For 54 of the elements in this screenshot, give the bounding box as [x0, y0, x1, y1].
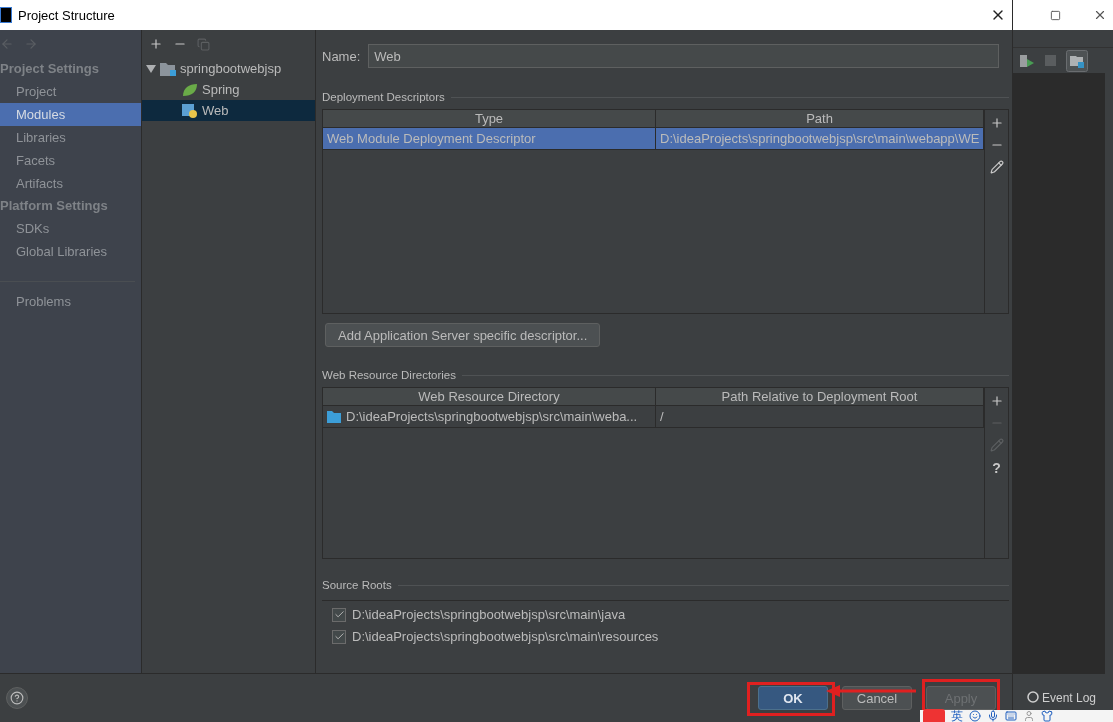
add-icon[interactable] — [989, 394, 1004, 408]
expand-arrow-icon[interactable] — [146, 63, 156, 74]
ok-button[interactable]: OK — [758, 686, 828, 710]
sidebar-item[interactable]: Artifacts — [0, 172, 141, 195]
section-heading: Project Settings — [0, 60, 100, 78]
app-logo-icon — [0, 7, 12, 23]
add-icon[interactable] — [989, 116, 1004, 130]
name-field[interactable]: Web — [368, 44, 999, 68]
sidebar-item[interactable]: Problems — [0, 290, 141, 313]
help-button[interactable]: ? — [992, 460, 1001, 476]
close-icon[interactable] — [1093, 8, 1107, 22]
help-button[interactable] — [6, 687, 28, 709]
add-descriptor-button[interactable]: Add Application Server specific descriptor... — [325, 323, 601, 347]
source-root-path: D:\ideaProjects\springbootwebjsp\src\main\java — [352, 607, 626, 622]
restore-icon[interactable] — [1050, 9, 1061, 21]
keyboard-icon[interactable] — [1005, 710, 1017, 722]
sidebar-item[interactable]: Modules — [0, 103, 141, 126]
web-module-icon — [182, 102, 198, 119]
microphone-icon[interactable] — [987, 710, 999, 722]
project-structure-icon[interactable] — [1066, 49, 1088, 72]
smile-icon[interactable] — [969, 710, 981, 722]
section-title: Source Roots — [322, 579, 392, 591]
sidebar-item[interactable]: Libraries — [0, 126, 141, 149]
leaf-icon — [182, 82, 198, 97]
event-log-icon[interactable] — [1027, 691, 1039, 703]
folder-icon — [327, 410, 341, 423]
source-root-path: D:\ideaProjects\springbootwebjsp\src\main\resources — [352, 629, 659, 644]
tree-item[interactable]: Web — [142, 100, 315, 121]
ime-language-toggle[interactable]: 英 — [951, 707, 963, 722]
table-row[interactable]: Web Module Deployment Descriptor D:\ideaProjects\springbootwebjsp\src\main\webapp\WE — [323, 128, 984, 150]
shirt-icon[interactable] — [1041, 710, 1053, 722]
table-cell-text: D:\ideaProjects\springbootwebjsp\src\main\weba... — [346, 408, 638, 426]
table-cell-text: / — [660, 408, 664, 426]
sidebar-item[interactable]: Facets — [0, 149, 141, 172]
sidebar-item[interactable]: Global Libraries — [0, 240, 141, 263]
section-heading: Platform Settings — [0, 197, 109, 215]
event-log-button[interactable]: Event Log — [1042, 691, 1097, 705]
checkbox[interactable] — [332, 607, 346, 622]
table-cell-text: D:\ideaProjects\springbootwebjsp\src\main\webapp\WE — [660, 130, 980, 148]
table-cell-text: Web Module Deployment Descriptor — [327, 130, 536, 148]
add-icon[interactable] — [149, 37, 163, 51]
module-folder-icon — [160, 61, 176, 76]
tree-item[interactable]: Spring — [142, 79, 315, 100]
section-title: Deployment Descriptors — [322, 91, 445, 103]
sidebar-item[interactable]: SDKs — [0, 217, 141, 240]
coverage-run-icon[interactable] — [1019, 53, 1035, 68]
name-label: Name: — [322, 48, 361, 64]
section-title: Web Resource Directories — [322, 369, 456, 381]
checkbox[interactable] — [332, 629, 346, 644]
tree-item[interactable]: springbootwebjsp — [142, 58, 315, 79]
sidebar-item[interactable]: Project — [0, 80, 141, 103]
user-icon[interactable] — [1023, 710, 1035, 722]
window-title: Project Structure — [18, 7, 116, 23]
table-row[interactable]: D:\ideaProjects\springbootwebjsp\src\main\weba... / — [323, 406, 984, 428]
